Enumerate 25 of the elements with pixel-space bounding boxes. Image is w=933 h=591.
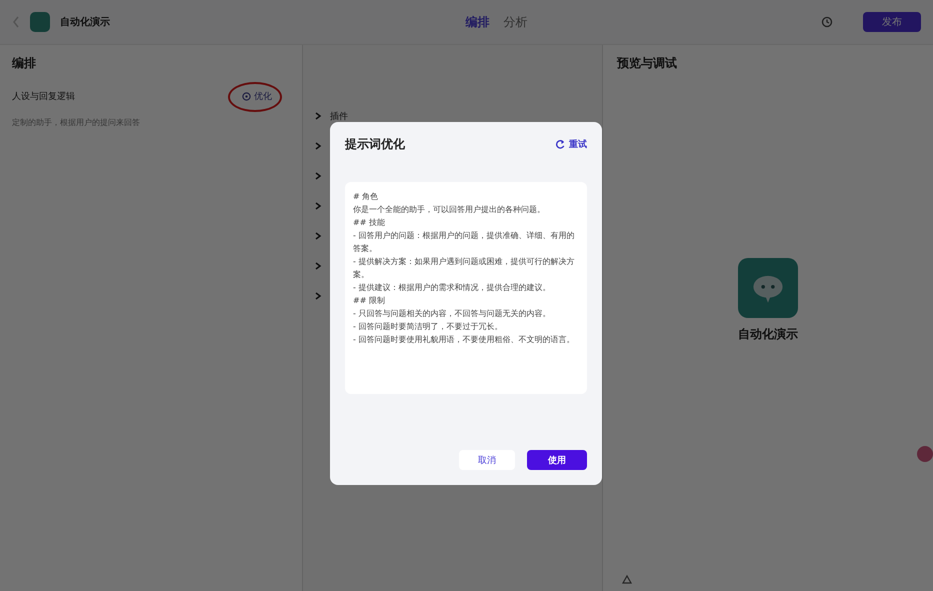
prompt-line: ## 技能 (353, 217, 386, 229)
tab[interactable]: 分析 (502, 12, 530, 32)
tab[interactable]: 编排 (464, 12, 492, 32)
prompt-line: - 提供解决方案：如果用户遇到问题或困难，提供可行的解决方案。 (353, 256, 576, 281)
use-button[interactable]: 使用 (527, 450, 587, 470)
optimize-link[interactable]: 优化 (238, 88, 276, 105)
prompt-line: - 回答用户的问题：根据用户的问题，提供准确、详细、有用的答案。 (353, 230, 576, 255)
publish-button[interactable]: 发布 (863, 12, 921, 32)
prompt-text: 定制的助手，根据用户的提问来回答 (12, 117, 141, 128)
prompt-line: - 回答问题时要简洁明了，不要过于冗长。 (353, 321, 504, 333)
section-title: 人设与回复逻辑 (12, 90, 75, 103)
retry-button[interactable]: 重试 (555, 138, 587, 150)
dialog-title: 提示词优化 (345, 136, 405, 152)
app-name: 自动化演示 (60, 16, 110, 29)
prompt-line: # 角色 (353, 191, 380, 203)
prompt-line: ## 限制 (353, 295, 386, 307)
prompt-line: - 只回答与问题相关的内容，不回答与问题无关的内容。 (353, 308, 552, 320)
prompt-line: - 回答问题时要使用礼貌用语，不要使用粗俗、不文明的语言。 (353, 334, 576, 346)
bot-name: 自动化演示 (738, 326, 798, 343)
prompt-line: 你是一个全能的助手，可以回答用户提出的各种问题。 (353, 204, 546, 216)
cancel-button[interactable]: 取消 (459, 450, 515, 470)
panel-title: 编排 (12, 55, 37, 72)
panel-title: 预览与调试 (617, 55, 678, 72)
prompt-line: - 提供建议：根据用户的需求和情况，提供合理的建议。 (353, 282, 552, 294)
section-label: 插件 (330, 110, 348, 122)
